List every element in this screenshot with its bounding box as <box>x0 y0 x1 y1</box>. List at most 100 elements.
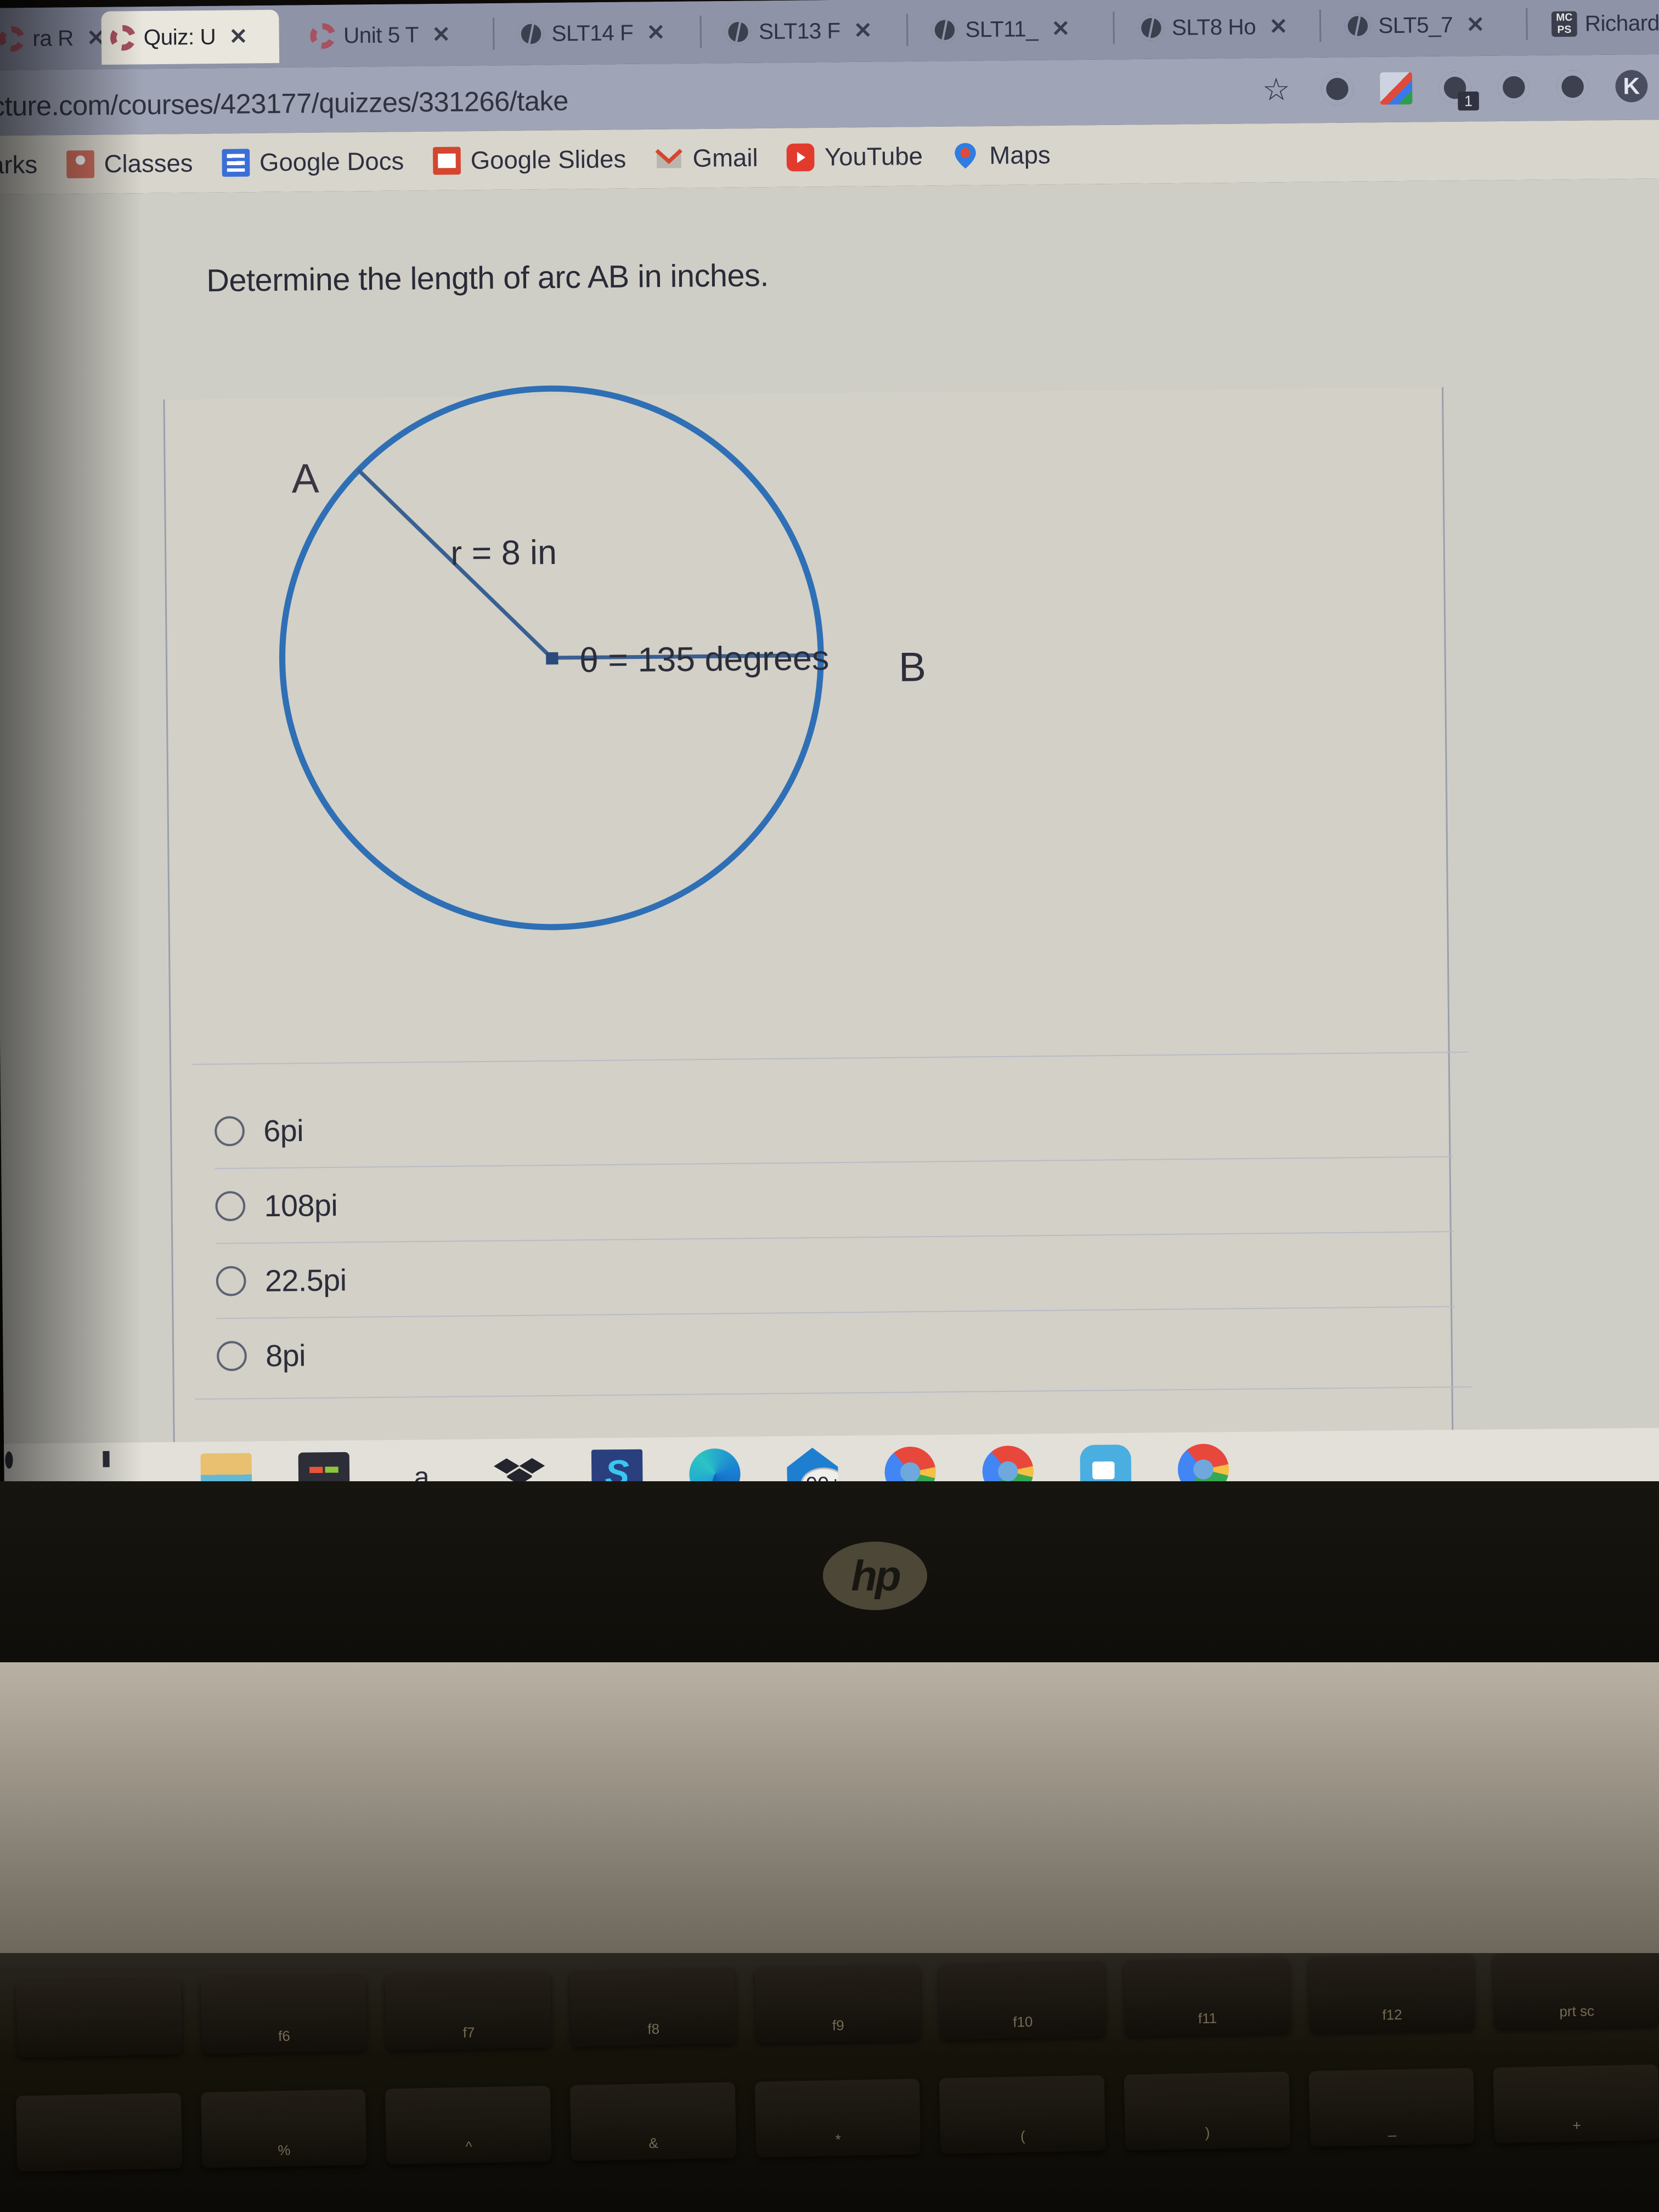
globe-icon <box>1138 15 1164 41</box>
bookmark-label: YouTube <box>824 142 923 171</box>
tab-title: SLT14 F <box>551 20 634 46</box>
radius-label: r = 8 in <box>450 533 557 573</box>
function-key-row: f6 f7 f8 f9 f10 f11 f12 prt sc <box>0 1953 1659 2058</box>
close-icon[interactable]: ✕ <box>1269 14 1288 40</box>
youtube-icon <box>786 143 815 172</box>
browser-tab-1[interactable]: Quiz: U ✕ <box>101 9 280 65</box>
key-9: ( <box>939 2075 1106 2154</box>
key-f11: f11 <box>1124 1957 1290 2036</box>
browser-tab-6[interactable]: SLT8 Ho ✕ <box>1130 0 1313 55</box>
browser-tab-5[interactable]: SLT11_ ✕ <box>923 2 1107 57</box>
close-icon[interactable]: ✕ <box>854 18 872 44</box>
answer-option-2[interactable]: 22.5pi <box>216 1231 1455 1318</box>
laptop-keyboard: f6 f7 f8 f9 f10 f11 f12 prt sc % ^ & * (… <box>0 1953 1659 2212</box>
slides-icon <box>432 146 461 175</box>
radio-button[interactable] <box>215 1190 246 1221</box>
key-5: % <box>200 2089 367 2168</box>
extension-badge-count: 1 <box>1458 91 1480 111</box>
canvas-icon <box>310 23 336 49</box>
maps-pin-icon <box>951 142 979 170</box>
omnibox-icon-group: ☆ 1 K <box>1262 70 1648 111</box>
bookmark-item-maps[interactable]: Maps <box>937 140 1065 171</box>
browser-tab-3[interactable]: SLT14 F ✕ <box>509 5 693 60</box>
tab-separator <box>1526 8 1528 40</box>
browser-tab-2[interactable]: Unit 5 T ✕ <box>301 8 485 63</box>
key-f6: f6 <box>200 1975 367 2054</box>
answer-option-3[interactable]: 8pi <box>216 1306 1455 1393</box>
answer-list: 6pi 108pi 22.5pi 8pi <box>214 1082 1455 1393</box>
key-8: * <box>754 2078 921 2158</box>
key-minus: _ <box>1308 2068 1475 2147</box>
key-4 <box>15 2092 183 2172</box>
laptop-screen: ra R ✕ Quiz: U ✕ Unit 5 T ✕ SLT14 F ✕ SL… <box>0 0 1659 1519</box>
laptop-photo: ra R ✕ Quiz: U ✕ Unit 5 T ✕ SLT14 F ✕ SL… <box>0 0 1659 2212</box>
profile-avatar[interactable]: K <box>1615 70 1648 103</box>
bookmark-star-icon[interactable]: ☆ <box>1262 72 1295 107</box>
tab-title: SLT8 Ho <box>1171 14 1256 40</box>
extension-shield-icon[interactable] <box>1556 70 1589 103</box>
tab-separator <box>906 13 909 46</box>
browser-tab-8[interactable]: MC PS Richard <box>1542 0 1659 51</box>
extension-notification-icon[interactable]: 1 <box>1438 71 1480 111</box>
bookmark-item-classes[interactable]: Classes <box>52 149 207 179</box>
browser-tab-7[interactable]: SLT5_7 ✕ <box>1336 0 1520 53</box>
close-icon[interactable]: ✕ <box>646 20 665 46</box>
tab-title: Unit 5 T <box>343 22 419 48</box>
address-bar-url[interactable]: cture.com/courses/423177/quizzes/331266/… <box>0 84 568 122</box>
tab-title: Richard <box>1584 10 1659 36</box>
key-7: & <box>569 2082 737 2162</box>
point-b-label: B <box>898 644 927 690</box>
angle-label: θ = 135 degrees <box>579 639 830 680</box>
canvas-icon <box>0 26 25 52</box>
bookmark-item-bookmarks[interactable]: marks <box>0 150 52 180</box>
bookmark-label: Gmail <box>692 143 758 173</box>
tab-separator <box>699 15 702 48</box>
theta-symbol: θ <box>579 641 599 680</box>
tab-title: ra R <box>32 26 74 51</box>
tab-title: SLT11_ <box>965 16 1039 42</box>
answer-label: 6pi <box>263 1113 304 1148</box>
bookmark-label: Classes <box>104 149 193 178</box>
angle-value: = 135 degrees <box>607 639 830 680</box>
extension-icon[interactable] <box>1321 72 1354 105</box>
close-icon[interactable]: ✕ <box>1051 16 1070 42</box>
radio-button[interactable] <box>216 1340 247 1371</box>
key-plus: + <box>1493 2064 1659 2143</box>
bookmark-label: Maps <box>989 140 1051 170</box>
bookmark-label: marks <box>0 150 38 179</box>
picasso-extension-icon[interactable] <box>1380 72 1413 105</box>
answer-label: 8pi <box>265 1338 306 1373</box>
tab-title: SLT5_7 <box>1378 12 1453 38</box>
radio-button[interactable] <box>216 1266 246 1296</box>
bookmark-item-google-slides[interactable]: Google Slides <box>418 144 640 176</box>
question-prompt: Determine the length of arc AB in inches… <box>206 257 769 299</box>
answer-option-1[interactable]: 108pi <box>215 1156 1454 1243</box>
close-icon[interactable]: ✕ <box>229 24 247 50</box>
hp-logo: hp <box>823 1542 927 1610</box>
key-print-screen: prt sc <box>1493 1953 1659 2029</box>
key-f7: f7 <box>385 1971 552 2051</box>
key-f5 <box>15 1978 183 2058</box>
key-f10: f10 <box>939 1961 1106 2040</box>
circle-diagram <box>232 332 938 1038</box>
gmail-icon <box>654 144 683 173</box>
key-6: ^ <box>385 2085 552 2165</box>
answer-label: 108pi <box>264 1187 338 1223</box>
bookmark-item-google-docs[interactable]: Google Docs <box>207 146 419 177</box>
browser-tab-4[interactable]: SLT13 F ✕ <box>716 4 900 59</box>
classroom-icon <box>66 150 94 179</box>
tab-separator <box>492 18 495 50</box>
extension-lock-icon[interactable] <box>1497 71 1530 104</box>
radio-button[interactable] <box>214 1115 245 1146</box>
key-0: ) <box>1124 2071 1290 2151</box>
bookmark-item-youtube[interactable]: YouTube <box>772 142 938 172</box>
canvas-icon <box>110 25 136 51</box>
point-a-label: A <box>291 455 319 502</box>
close-icon[interactable]: ✕ <box>1466 12 1485 38</box>
close-icon[interactable]: ✕ <box>432 22 450 48</box>
tab-title: Quiz: U <box>143 24 216 50</box>
key-f12: f12 <box>1308 1954 1475 2033</box>
bookmark-item-gmail[interactable]: Gmail <box>640 143 772 173</box>
answer-option-0[interactable]: 6pi <box>214 1082 1453 1168</box>
bookmark-label: Google Docs <box>259 146 404 177</box>
